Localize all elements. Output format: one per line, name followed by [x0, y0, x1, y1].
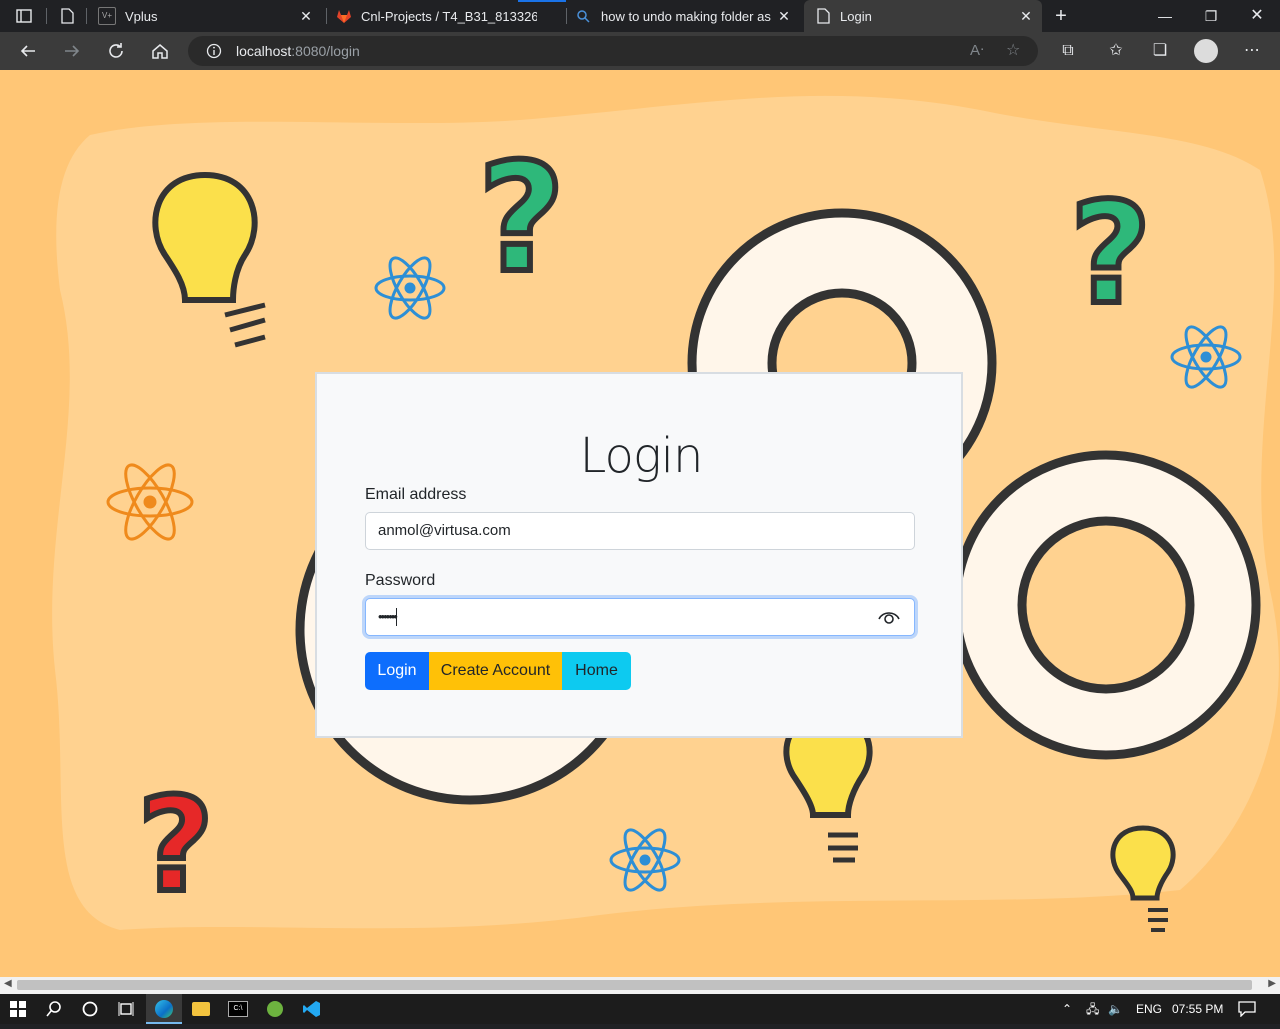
lightbulb-icon: [1110, 825, 1176, 932]
tab-search[interactable]: how to undo making folder as gi ✕: [570, 0, 800, 32]
tab-vplus[interactable]: V+ Vplus ✕: [90, 0, 322, 32]
tray-overflow-icon[interactable]: ⌃: [1062, 994, 1072, 1024]
task-view-icon[interactable]: [108, 994, 144, 1024]
scroll-right-icon[interactable]: ▶: [1268, 978, 1276, 989]
tab-actions-button[interactable]: [8, 0, 40, 32]
edge-icon[interactable]: [146, 994, 182, 1024]
loading-indicator: [518, 0, 566, 2]
minimize-button[interactable]: —: [1142, 0, 1188, 32]
close-icon[interactable]: ✕: [1018, 8, 1034, 24]
search-icon: [577, 10, 590, 23]
email-field[interactable]: anmol@virtusa.com: [365, 512, 915, 550]
page-icon: [61, 8, 74, 24]
vplus-icon: V+: [98, 7, 116, 25]
browser-toolbar: localhost:8080/login Aᐧ ☆ ⧉ ✩ ❏ ⋯: [0, 32, 1280, 70]
tab-blank[interactable]: [52, 0, 82, 32]
page-title: Login: [579, 428, 704, 484]
eye-icon[interactable]: [878, 609, 900, 625]
tab-actions-icon: [16, 9, 32, 23]
address-bar[interactable]: localhost:8080/login Aᐧ ☆: [188, 36, 1038, 66]
clock[interactable]: 07:55 PM: [1172, 994, 1223, 1024]
tab-gitlab[interactable]: Cnl-Projects / T4_B31_8133269_a: [330, 0, 566, 32]
home-nav-button[interactable]: [146, 37, 174, 65]
language-indicator[interactable]: ENG: [1136, 994, 1162, 1024]
login-button[interactable]: Login: [365, 652, 429, 690]
taskbar: C:\ ⌃ 🖧 🔈 ENG 07:55 PM: [0, 994, 1280, 1024]
network-icon[interactable]: 🖧: [1086, 994, 1099, 1024]
email-label: Email address: [365, 486, 467, 503]
spring-tools-icon[interactable]: [257, 994, 293, 1024]
page-icon: [817, 8, 830, 24]
tab-title: Vplus: [125, 8, 158, 24]
vscode-icon[interactable]: [294, 994, 330, 1024]
refresh-button[interactable]: [102, 37, 130, 65]
read-aloud-icon[interactable]: Aᐧ: [970, 41, 984, 59]
refresh-icon: [109, 43, 123, 58]
back-button[interactable]: [14, 37, 42, 65]
page-content: ? ? ? Login Email address anmol@virtusa.…: [0, 70, 1280, 977]
tab-title: Login: [840, 8, 872, 24]
info-icon: [206, 43, 222, 59]
scroll-thumb[interactable]: [17, 980, 1252, 990]
new-tab-button[interactable]: +: [1038, 0, 1084, 32]
close-icon[interactable]: ✕: [776, 8, 792, 24]
url-host: localhost: [236, 43, 292, 59]
tab-login[interactable]: Login ✕: [804, 0, 1042, 32]
login-card: Login Email address anmol@virtusa.com Pa…: [315, 372, 963, 738]
create-account-button[interactable]: Create Account: [429, 652, 562, 690]
restore-button[interactable]: ❐: [1188, 0, 1234, 32]
extensions-icon[interactable]: ⧉: [1054, 37, 1082, 65]
search-icon[interactable]: [36, 994, 72, 1024]
home-button[interactable]: Home: [562, 652, 631, 690]
window-close-button[interactable]: ✕: [1234, 0, 1280, 32]
collections-icon[interactable]: ❏: [1146, 37, 1174, 65]
tab-title: how to undo making folder as gi: [601, 8, 773, 24]
notification-icon[interactable]: [1238, 994, 1256, 1024]
favorites-icon[interactable]: ✩: [1102, 37, 1130, 65]
avatar[interactable]: [1192, 37, 1220, 65]
file-explorer-icon[interactable]: [183, 994, 219, 1024]
close-icon[interactable]: ✕: [298, 8, 314, 24]
question-mark-icon: ?: [478, 132, 565, 306]
horizontal-scrollbar[interactable]: ◀ ▶: [0, 977, 1280, 994]
cortana-icon[interactable]: [72, 994, 108, 1024]
forward-button[interactable]: [58, 37, 86, 65]
browser-tab-bar: V+ Vplus ✕ Cnl-Projects / T4_B31_8133269…: [0, 0, 1280, 32]
gear-icon: [951, 450, 1261, 760]
url-path: :8080/login: [291, 43, 360, 59]
terminal-icon[interactable]: C:\: [220, 994, 256, 1024]
volume-icon[interactable]: 🔈: [1108, 994, 1123, 1024]
password-label: Password: [365, 572, 436, 589]
question-mark-icon: ?: [1070, 173, 1151, 336]
forward-arrow-icon: [65, 45, 80, 57]
gitlab-icon: [337, 10, 351, 23]
back-arrow-icon: [20, 45, 35, 57]
home-icon: [152, 44, 168, 59]
more-menu-icon[interactable]: ⋯: [1238, 37, 1266, 65]
password-value: •••••••: [378, 609, 398, 624]
scroll-left-icon[interactable]: ◀: [4, 978, 12, 989]
favorite-add-icon[interactable]: ☆: [1006, 40, 1020, 60]
tab-title: Cnl-Projects / T4_B31_8133269_a: [361, 8, 537, 24]
question-mark-icon: ?: [138, 769, 213, 921]
url-text: localhost:8080/login: [236, 43, 360, 59]
password-field[interactable]: •••••••: [365, 598, 915, 636]
windows-start-icon[interactable]: [0, 994, 36, 1024]
